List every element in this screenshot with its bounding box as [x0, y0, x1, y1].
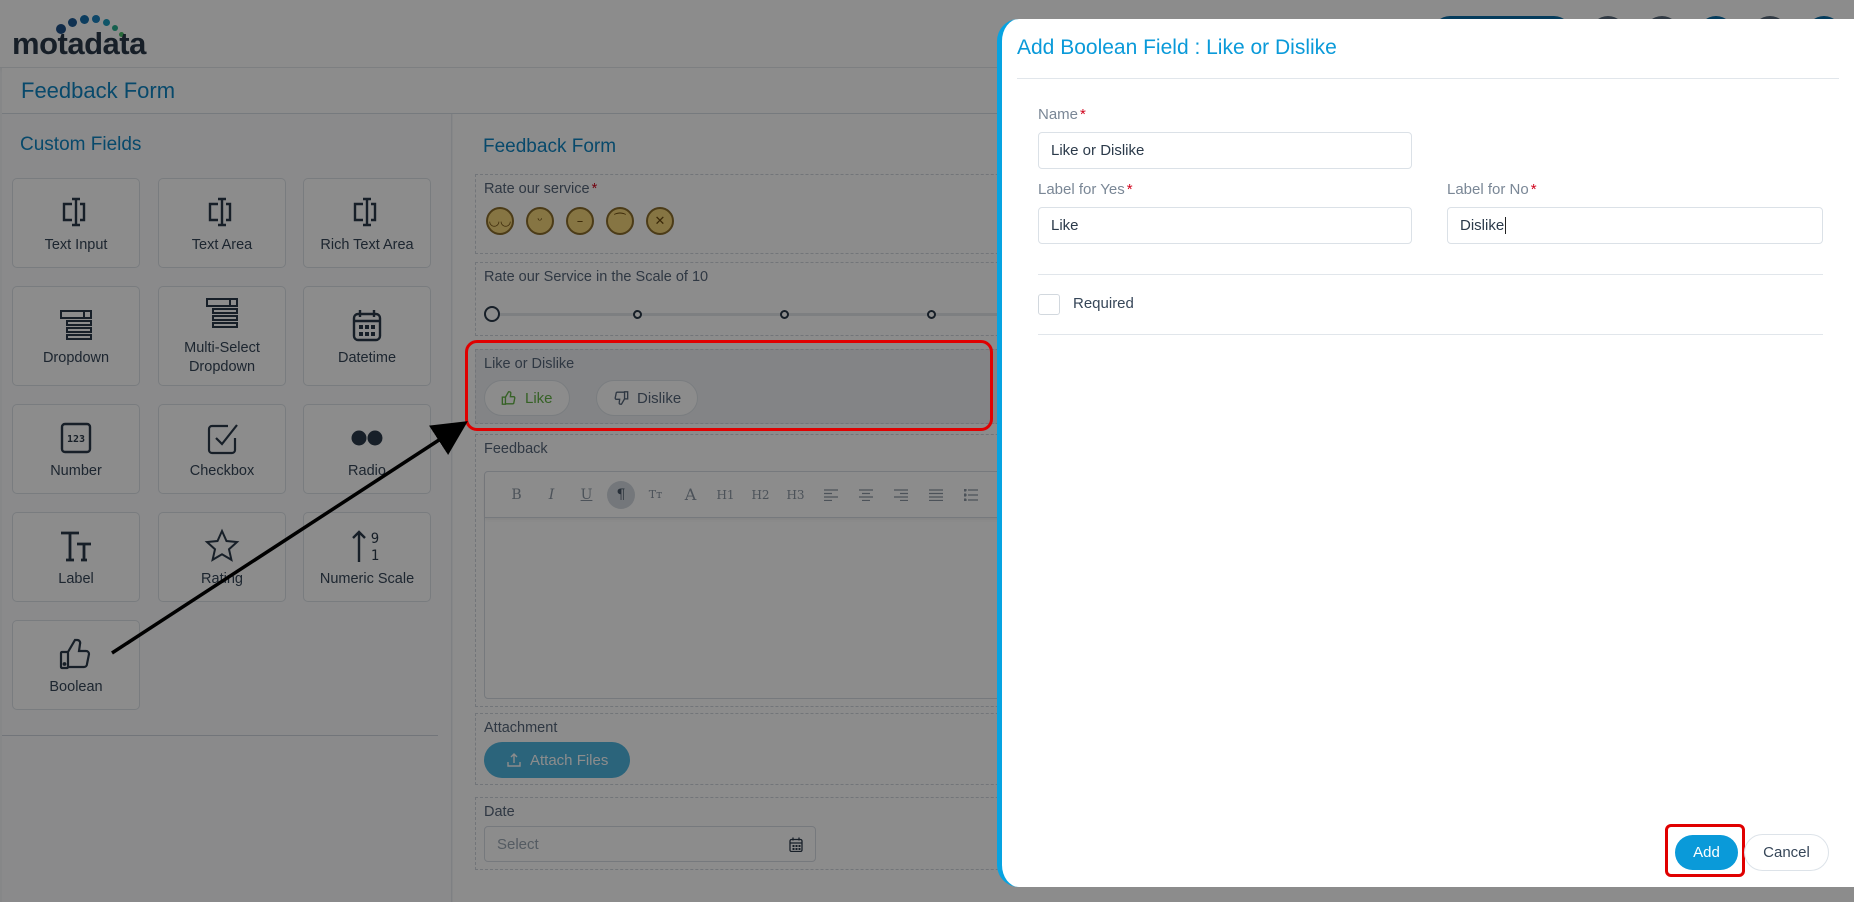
add-boolean-field-dialog: Add Boolean Field : Like or Dislike Name… [997, 19, 1854, 887]
annotation-highlight-box [465, 340, 993, 431]
section-divider [1038, 334, 1823, 335]
text-caret [1505, 217, 1507, 234]
label-for-yes-input[interactable]: Like [1038, 207, 1412, 244]
dialog-title: Add Boolean Field : Like or Dislike [1017, 36, 1337, 59]
label-for-no-label: Label for No * [1447, 181, 1537, 198]
dialog-divider [1017, 78, 1839, 79]
required-label: Required [1073, 295, 1134, 312]
name-input[interactable]: Like or Dislike [1038, 132, 1412, 169]
add-button[interactable]: Add [1675, 835, 1738, 870]
cancel-button[interactable]: Cancel [1744, 834, 1829, 871]
label-for-no-input[interactable]: Dislike [1447, 207, 1823, 244]
required-checkbox[interactable] [1038, 294, 1060, 315]
section-divider [1038, 274, 1823, 275]
name-label: Name * [1038, 106, 1086, 123]
label-for-yes-label: Label for Yes * [1038, 181, 1133, 198]
